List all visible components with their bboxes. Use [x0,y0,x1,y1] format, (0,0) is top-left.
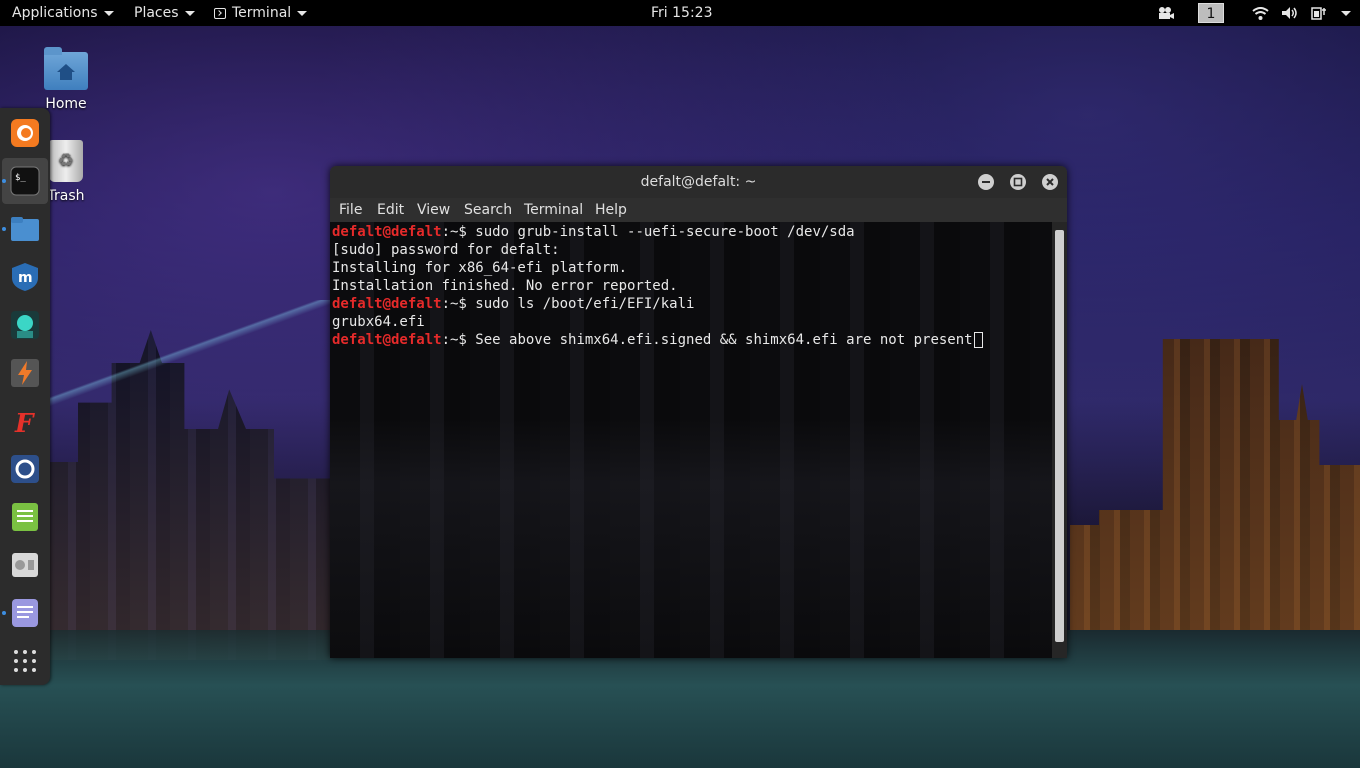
dock-burpsuite[interactable] [9,357,41,389]
video-recorder-indicator[interactable] [1157,0,1175,26]
volume-icon [1282,7,1297,19]
command-text: See above shimx64.efi.signed && shimx64.… [475,332,973,348]
folder-icon [11,217,39,241]
dock-armitage[interactable] [9,309,41,341]
menu-file[interactable]: File [339,198,362,222]
chevron-down-icon [103,10,114,16]
clock-label: Fri 15:23 [651,5,713,21]
prompt-suffix: :~$ [441,296,476,312]
prompt-user: defalt@defalt [332,224,442,240]
menu-help[interactable]: Help [595,198,627,222]
faraday-icon: F [14,409,35,436]
dock: $_ m F [0,108,50,685]
system-menu[interactable] [1252,0,1351,26]
terminal-menubar: File Edit View Search Terminal Help [330,198,1067,222]
svg-text:$_: $_ [15,173,26,183]
terminal-app-label: Terminal [232,5,292,21]
dock-text-editor[interactable] [9,597,41,629]
menu-edit[interactable]: Edit [377,198,404,222]
places-label: Places [134,5,179,21]
dock-show-applications[interactable] [9,645,41,677]
svg-text:m: m [18,270,33,286]
terminal-line: Installing for x86_64-efi platform. [332,260,628,276]
prompt-suffix: :~$ [441,332,476,348]
home-folder-icon [44,47,88,90]
text-document-icon [12,503,38,531]
applications-menu[interactable]: Applications [12,0,114,26]
terminal-scrollbar[interactable] [1052,222,1067,658]
terminal-app-menu[interactable]: Terminal [214,0,308,26]
grid-icon [14,650,36,672]
wallpaper-bridge [50,300,330,440]
dock-metasploit[interactable]: m [9,261,41,293]
terminal-line: grubx64.efi [332,314,425,330]
terminal-line: defalt@defalt:~$ See above shimx64.efi.s… [332,331,983,349]
workspace-number: 1 [1198,3,1224,23]
menu-search[interactable]: Search [464,198,512,222]
chevron-down-icon [297,10,308,16]
dock-running-indicator [2,611,6,615]
maximize-button[interactable] [1010,174,1026,190]
terminal-line: defalt@defalt:~$ sudo ls /boot/efi/EFI/k… [332,295,694,313]
clock[interactable]: Fri 15:23 [651,0,712,26]
terminal-line: Installation finished. No error reported… [332,278,678,294]
dock-running-indicator [2,179,6,183]
terminal-line: [sudo] password for defalt: [332,242,560,258]
maltego-icon [11,455,39,483]
command-text: sudo grub-install --uefi-secure-boot /de… [475,224,855,240]
minimize-button[interactable] [978,174,994,190]
desktop-home[interactable]: Home [26,47,106,112]
dock-firefox[interactable] [9,117,41,149]
top-panel: Applications Places Terminal Fri 15:23 1 [0,0,1360,26]
prompt-suffix: :~$ [441,224,476,240]
terminal-output[interactable]: defalt@defalt:~$ sudo grub-install --uef… [330,222,1052,658]
menu-view[interactable]: View [417,198,450,222]
minimize-icon [982,181,990,183]
close-button[interactable] [1042,174,1058,190]
workspace-indicator[interactable]: 1 [1198,3,1224,23]
dock-files[interactable] [9,213,41,245]
terminal-window: defalt@defalt: ~ File Edit View Search T… [330,166,1067,658]
chevron-down-icon [184,10,195,16]
power-icon [1311,7,1326,20]
terminal-icon: $_ [10,166,40,196]
armitage-icon [11,311,39,339]
terminal-titlebar[interactable]: defalt@defalt: ~ [330,166,1067,198]
metasploit-icon: m [12,263,38,291]
scrollbar-thumb[interactable] [1055,230,1064,642]
prompt-user: defalt@defalt [332,332,442,348]
trash-icon [49,140,83,182]
close-icon [1046,178,1054,186]
dock-maltego[interactable] [9,453,41,485]
window-title: defalt@defalt: ~ [640,174,757,190]
applications-label: Applications [12,5,98,21]
command-text: sudo ls /boot/efi/EFI/kali [475,296,695,312]
video-camera-icon [1159,7,1174,19]
notes-icon [12,599,38,627]
dock-cherrytree[interactable] [9,549,41,581]
terminal-icon [214,7,226,19]
firefox-icon [11,119,39,147]
dock-faraday[interactable]: F [9,405,41,437]
radio-icon [12,553,38,577]
text-cursor [973,332,983,348]
places-menu[interactable]: Places [134,0,195,26]
dock-leafpad[interactable] [9,501,41,533]
maximize-icon [1013,177,1023,187]
wifi-icon [1252,6,1269,20]
wallpaper-city-right [1070,339,1360,630]
burpsuite-icon [11,359,39,387]
prompt-user: defalt@defalt [332,296,442,312]
menu-terminal[interactable]: Terminal [524,198,583,222]
svg-text:F: F [14,409,35,436]
house-icon [57,64,75,80]
chevron-down-icon [1341,10,1351,16]
dock-terminal[interactable]: $_ [9,165,41,197]
terminal-line: defalt@defalt:~$ sudo grub-install --uef… [332,223,855,241]
dock-running-indicator [2,227,6,231]
